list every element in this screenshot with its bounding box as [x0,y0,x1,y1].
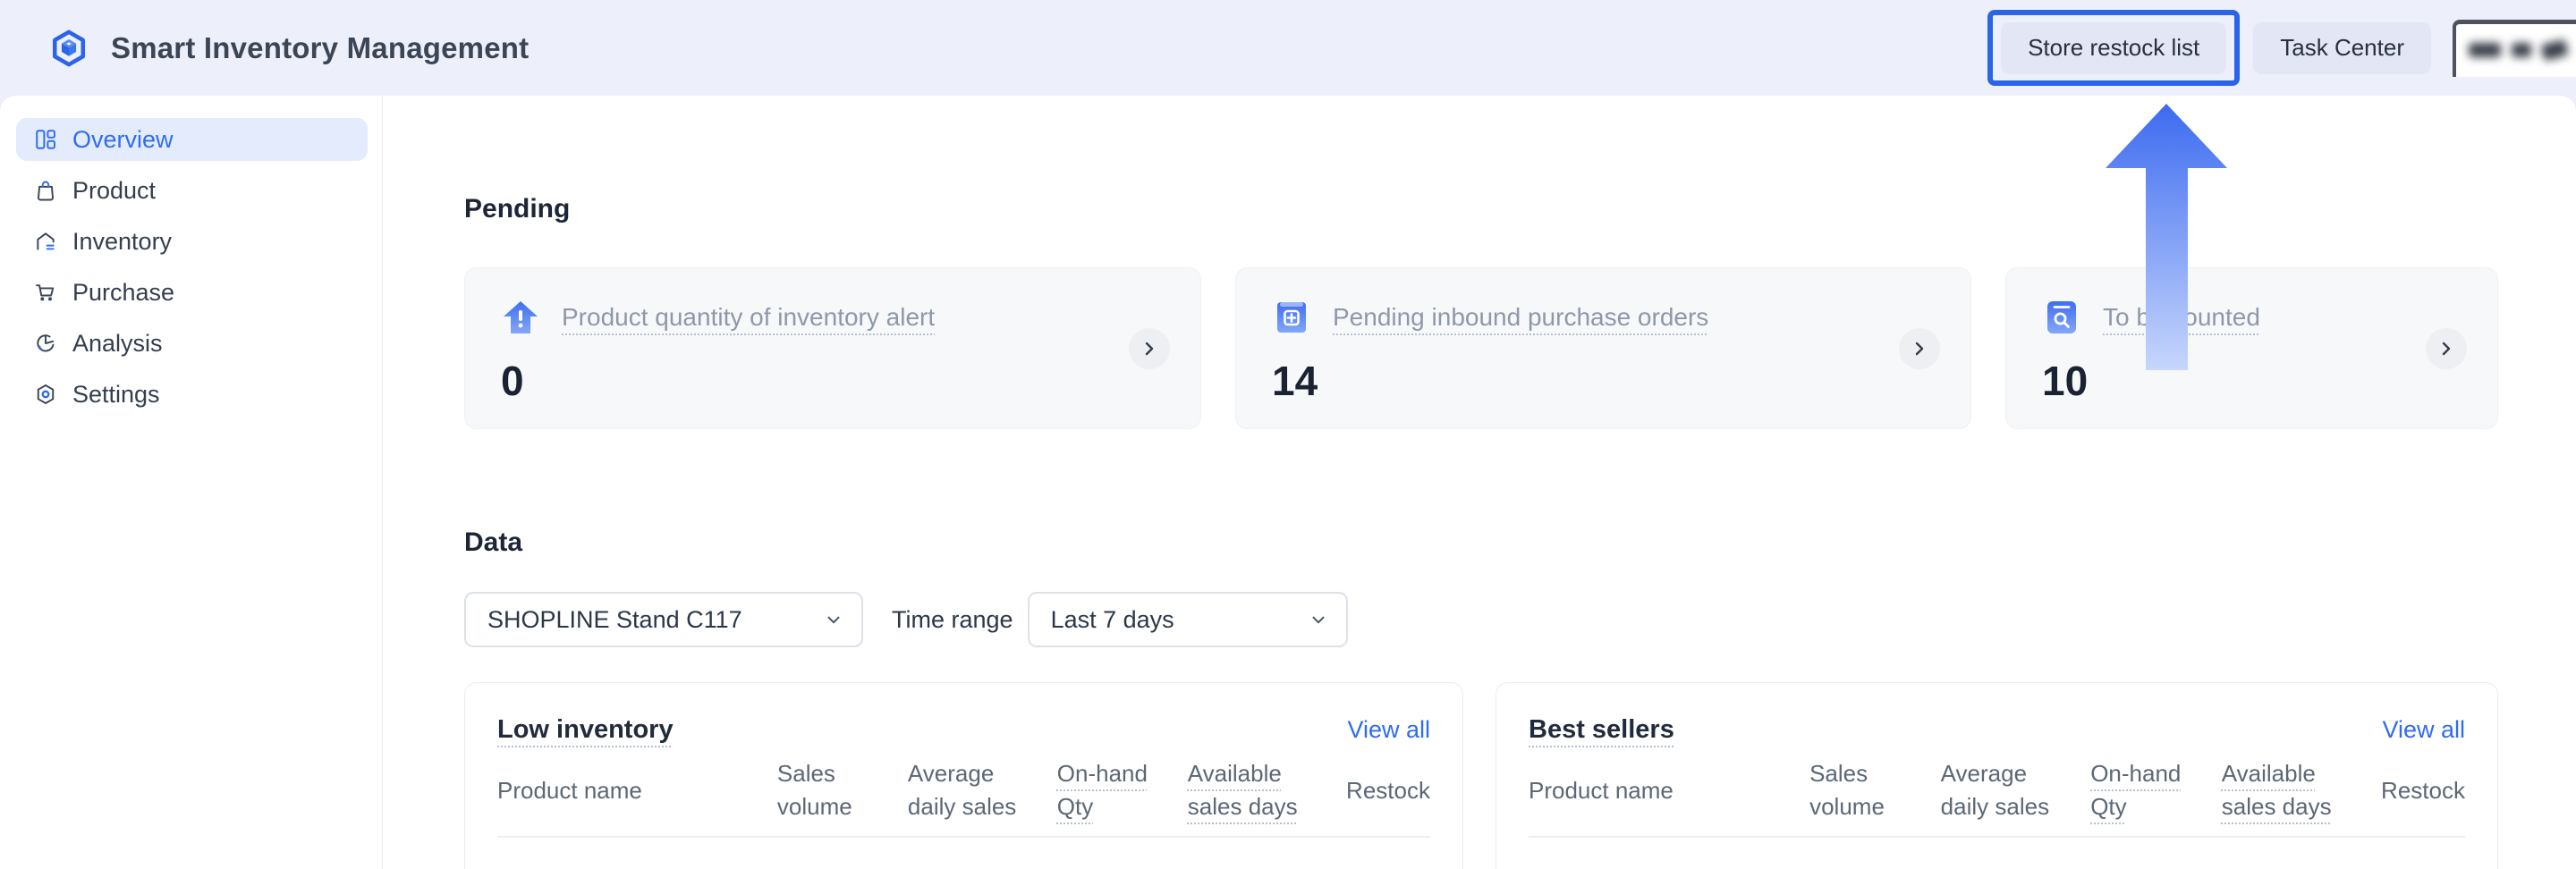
chevron-down-icon [824,610,843,629]
blurred-text-blob [2540,39,2569,61]
sidebar-item-label: Inventory [72,228,172,256]
column-header-on-hand-qty[interactable]: On-hand Qty [1057,757,1188,823]
data-controls: SHOPLINE Stand C117 Time range Last 7 da… [464,592,2499,647]
column-header-sales-volume: Sales volume [1809,757,1941,823]
blurred-text-blob [2512,43,2531,57]
pending-card-label[interactable]: Pending inbound purchase orders [1333,303,1708,332]
view-all-link[interactable]: View all [2382,716,2465,744]
header-actions: Store restock list Task Center [2001,0,2576,96]
settings-icon [34,383,57,406]
column-header-product-name: Product name [1529,774,1809,807]
sidebar-item-label: Purchase [72,279,174,307]
store-restock-wrapper: Store restock list [2001,22,2226,74]
time-range-label: Time range [892,606,1013,634]
tables-row: Low inventory View all Product name Sale… [464,682,2499,869]
column-header-available-sales-days[interactable]: Available sales days [2222,757,2372,823]
column-header-restock: Restock [2371,774,2465,807]
chevron-down-icon [1309,610,1328,629]
pending-section-title: Pending [464,194,2499,224]
sidebar-item-label: Settings [72,381,160,409]
chevron-right-button[interactable] [2426,328,2467,369]
table-title[interactable]: Low inventory [497,715,674,745]
low-inventory-table: Low inventory View all Product name Sale… [464,682,1463,869]
store-select-value: SHOPLINE Stand C117 [487,606,742,634]
pending-card-inbound-orders[interactable]: Pending inbound purchase orders 14 [1235,267,1971,429]
pending-card-value: 10 [2042,357,2497,405]
pie-chart-icon [34,332,57,355]
blurred-text-blob [2469,43,2501,57]
sidebar-item-label: Analysis [72,330,163,358]
redacted-account-widget[interactable] [2453,20,2576,77]
stocktake-search-icon [2042,298,2081,337]
column-header-sales-volume: Sales volume [777,757,908,823]
sidebar-item-label: Overview [72,126,174,154]
sidebar-item-inventory[interactable]: Inventory [16,220,368,263]
time-range-select[interactable]: Last 7 days [1028,592,1348,647]
task-center-button[interactable]: Task Center [2253,22,2431,74]
main-content: Pending Product quantity of inventory al… [383,96,2576,869]
pending-card-value: 14 [1272,357,1970,405]
pending-card-top: To be counted [2042,298,2497,337]
table-head: Best sellers View all [1529,715,2465,745]
time-range-value: Last 7 days [1051,606,1174,634]
app-title: Smart Inventory Management [111,31,529,65]
column-header-average-daily-sales: Average daily sales [908,757,1057,823]
pending-card-value: 0 [501,357,1200,405]
pending-card-label[interactable]: To be counted [2103,303,2260,332]
column-header-restock: Restock [1337,774,1430,807]
warehouse-icon [34,230,57,253]
pending-card-top: Product quantity of inventory alert [501,298,1200,337]
pending-card-to-be-counted[interactable]: To be counted 10 [2005,267,2498,429]
pending-cards: Product quantity of inventory alert 0 [464,267,2499,429]
app-body-panel: Overview Product Inventory [0,96,2576,869]
sidebar-item-overview[interactable]: Overview [16,118,368,161]
table-header-row: Product name Sales volume Average daily … [1529,757,2465,838]
inventory-alert-icon [501,298,540,337]
column-header-on-hand-qty[interactable]: On-hand Qty [2090,757,2222,823]
sidebar-item-product[interactable]: Product [16,169,368,212]
shopping-bag-icon [34,179,57,202]
table-head: Low inventory View all [497,715,1430,745]
pending-card-inventory-alert[interactable]: Product quantity of inventory alert 0 [464,267,1201,429]
pending-card-label[interactable]: Product quantity of inventory alert [562,303,935,332]
sidebar-item-settings[interactable]: Settings [16,373,368,416]
sidebar-item-label: Product [72,177,156,205]
sidebar-item-purchase[interactable]: Purchase [16,271,368,314]
view-all-link[interactable]: View all [1347,716,1430,744]
store-select[interactable]: SHOPLINE Stand C117 [464,592,863,647]
table-title[interactable]: Best sellers [1529,715,1674,745]
chevron-right-button[interactable] [1129,328,1170,369]
table-header-row: Product name Sales volume Average daily … [497,757,1430,838]
best-sellers-table: Best sellers View all Product name Sales… [1496,682,2498,869]
sidebar-item-analysis[interactable]: Analysis [16,322,368,365]
sidebar: Overview Product Inventory [0,96,383,869]
brand: Smart Inventory Management [50,30,529,67]
data-section-title: Data [464,527,2499,558]
chevron-right-button[interactable] [1899,328,1940,369]
column-header-available-sales-days[interactable]: Available sales days [1188,757,1337,823]
inbound-purchase-icon [1272,298,1311,337]
dashboard-icon [34,128,57,151]
app-logo-icon [50,30,88,67]
store-restock-list-button[interactable]: Store restock list [2001,22,2226,74]
column-header-product-name: Product name [497,774,777,807]
cart-icon [34,281,57,304]
app-header: Smart Inventory Management Store restock… [0,0,2576,96]
pending-card-top: Pending inbound purchase orders [1272,298,1970,337]
column-header-average-daily-sales: Average daily sales [1941,757,2091,823]
